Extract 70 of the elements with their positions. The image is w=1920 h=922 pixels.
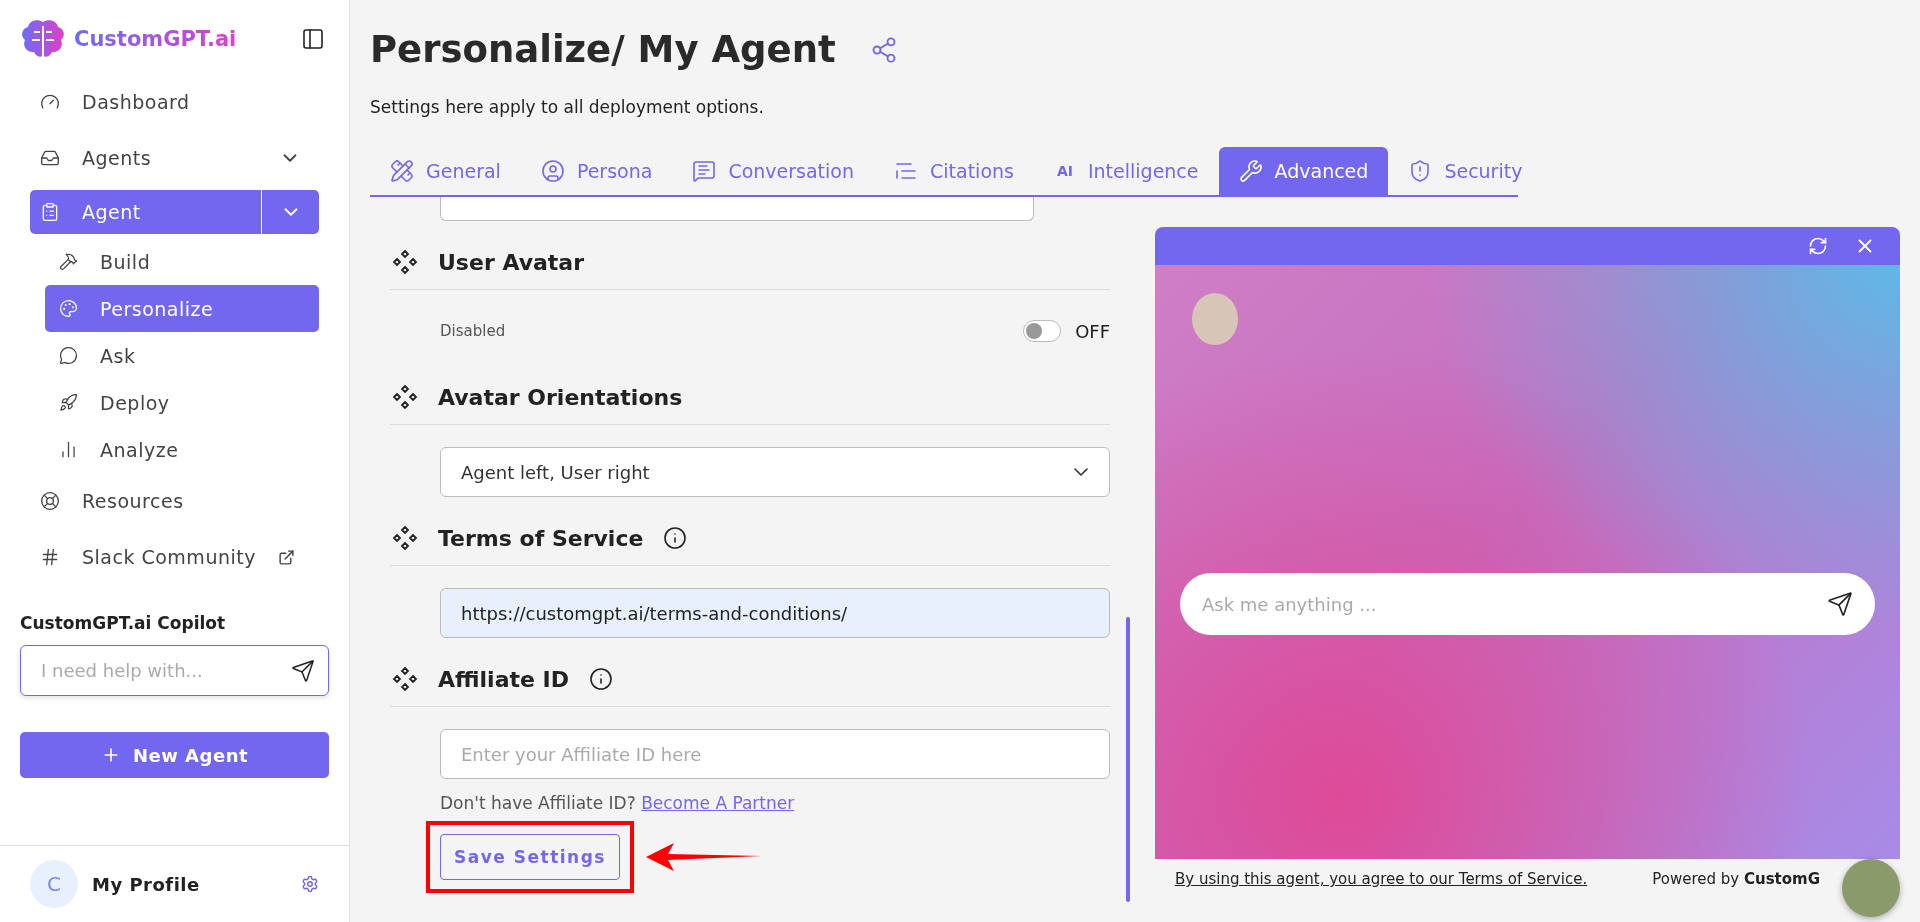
avatar-placeholder	[1192, 293, 1238, 345]
hint-text: Don't have Affiliate ID? Become A Partner	[440, 793, 796, 813]
send-icon[interactable]	[1827, 591, 1853, 617]
sidebar-toggle-icon[interactable]	[301, 27, 325, 51]
brain-logo-icon	[20, 18, 66, 60]
hammer-icon	[59, 252, 78, 271]
nav-item[interactable]: Build	[45, 238, 319, 285]
diamond-cluster-icon	[392, 525, 418, 551]
diamond-cluster-icon	[392, 666, 418, 692]
nav-item[interactable]: Agents	[30, 130, 319, 186]
tab[interactable]: Advanced	[1218, 147, 1389, 195]
section-title: Terms of Service	[438, 525, 644, 551]
save-settings-button[interactable]: Save Settings	[440, 834, 620, 880]
tab[interactable]: Security	[1388, 147, 1543, 195]
tab[interactable]: Persona	[520, 147, 673, 195]
page-title: Personalize/ My Agent	[370, 28, 836, 71]
copilot-title: CustomGPT.ai Copilot	[19, 612, 227, 635]
scrollbar[interactable]	[1126, 617, 1130, 902]
info-icon[interactable]	[663, 526, 688, 550]
nav-item[interactable]: Dashboard	[30, 74, 319, 130]
tab[interactable]: AI Intelligence	[1033, 147, 1219, 195]
partner-link[interactable]: Become A Partner	[641, 793, 795, 813]
diamond-cluster-icon	[392, 384, 418, 410]
toggle-state: OFF	[1075, 320, 1110, 342]
diamond-cluster-icon	[392, 249, 418, 275]
user-circle-icon	[540, 159, 565, 183]
tab[interactable]: Citations	[874, 147, 1034, 195]
nav-item[interactable]: Analyze	[45, 426, 319, 473]
copilot-input[interactable]: I need help with...	[20, 645, 329, 696]
refresh-icon[interactable]	[1808, 236, 1828, 256]
inbox-icon	[40, 148, 60, 168]
lifebuoy-icon	[40, 491, 60, 511]
toggle-switch[interactable]	[1023, 320, 1062, 342]
clipboard-icon	[40, 202, 60, 222]
input-field[interactable]	[440, 197, 1034, 221]
info-icon[interactable]	[589, 667, 614, 691]
nav-item[interactable]: Agent	[30, 190, 319, 234]
tab[interactable]: Conversation	[672, 147, 874, 195]
palette-icon	[59, 299, 78, 318]
section-title: Affiliate ID	[438, 666, 570, 692]
nav-item[interactable]: Deploy	[45, 379, 319, 426]
wrench-icon	[1238, 159, 1263, 183]
section-title: User Avatar	[438, 249, 585, 275]
profile-avatar: C	[30, 860, 78, 908]
input-field[interactable]: https://customgpt.ai/terms-and-conditions/	[440, 588, 1110, 638]
external-link-icon	[277, 548, 295, 566]
new-agent-button[interactable]: New Agent	[20, 732, 329, 778]
nav-item[interactable]: Slack Community	[30, 529, 319, 585]
speech-bubble-icon	[59, 346, 78, 365]
tab[interactable]: General	[370, 147, 521, 195]
toggle-label: Disabled	[440, 322, 506, 340]
nav-item[interactable]: Personalize	[45, 285, 319, 332]
pencil-ruler-icon	[390, 159, 414, 183]
nav-item[interactable]: Ask	[45, 332, 319, 379]
rocket-icon	[59, 393, 78, 412]
powered-by-text: Powered by CustomG	[1652, 870, 1820, 888]
bar-chart-icon	[59, 440, 78, 459]
chat-input[interactable]: Ask me anything ...	[1180, 573, 1875, 635]
send-icon[interactable]	[291, 658, 315, 683]
page-subtitle: Settings here apply to all deployment options.	[370, 97, 765, 117]
section-title: Avatar Orientations	[438, 384, 683, 410]
nav-item[interactable]: Resources	[30, 473, 319, 529]
input-field[interactable]: Enter your Affiliate ID here	[440, 729, 1110, 779]
message-icon	[692, 159, 717, 183]
terms-link[interactable]: By using this agent, you agree to our Terms of Service.	[1175, 870, 1588, 888]
avatar-placeholder[interactable]	[1842, 859, 1900, 917]
profile-name[interactable]: My Profile	[92, 873, 287, 895]
hash-icon	[40, 547, 60, 567]
select-field[interactable]: Agent left, User right	[440, 447, 1110, 497]
settings-icon[interactable]	[301, 875, 319, 893]
